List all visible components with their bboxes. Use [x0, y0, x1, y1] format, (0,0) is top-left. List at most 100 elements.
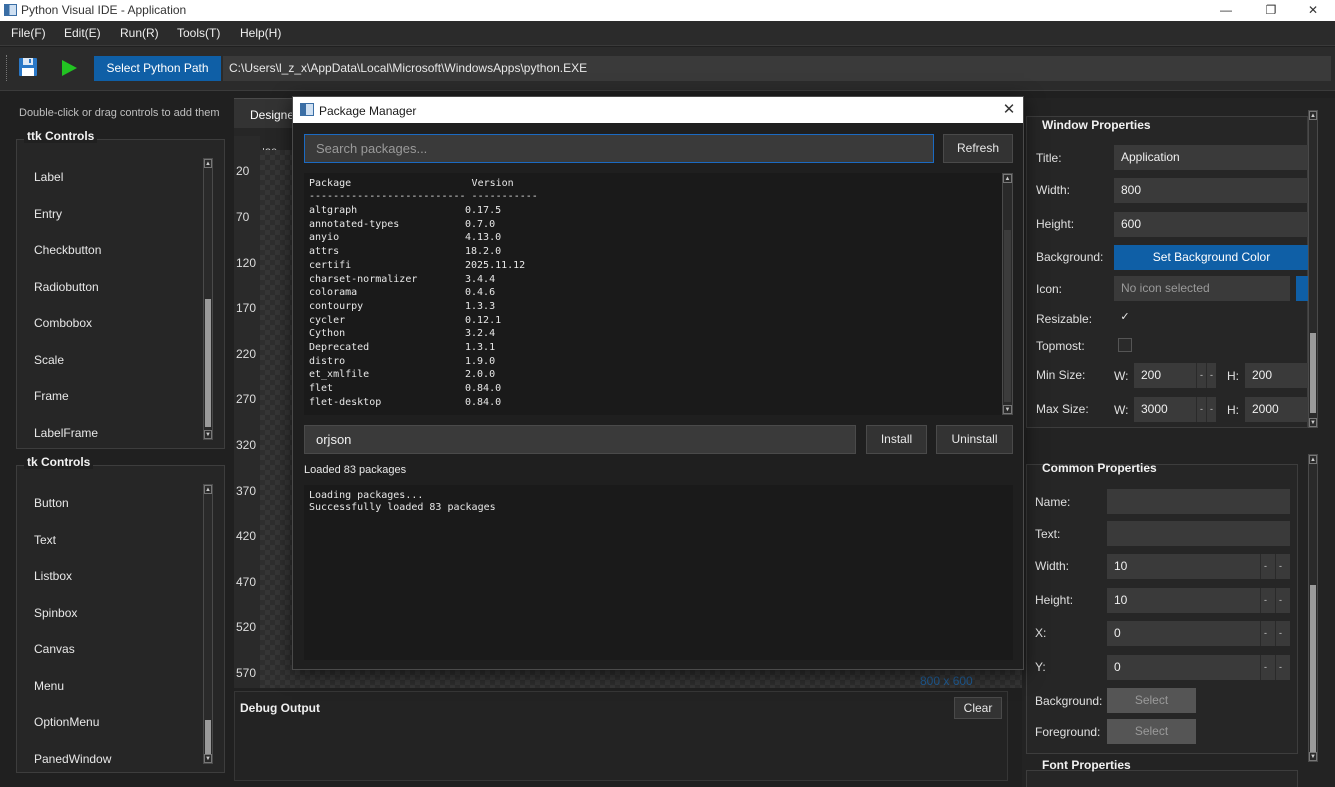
- run-icon[interactable]: [58, 57, 80, 79]
- package-row[interactable]: distro 1.9.0: [304, 356, 994, 369]
- max-width-spinbox[interactable]: 3000 - -: [1134, 397, 1216, 422]
- package-row[interactable]: altgraph 0.17.5: [304, 205, 994, 218]
- set-background-color-button[interactable]: Set Background Color: [1114, 245, 1309, 270]
- scroll-up-icon[interactable]: ▲: [1003, 174, 1012, 183]
- spin-down-icon[interactable]: -: [1196, 363, 1206, 388]
- window-height-input[interactable]: 600: [1114, 212, 1309, 237]
- tk-scrollbar[interactable]: ▲ ▼: [203, 484, 213, 764]
- uninstall-button[interactable]: Uninstall: [936, 425, 1013, 454]
- spin-down-icon[interactable]: -: [1196, 397, 1206, 422]
- spin-down-icon[interactable]: -: [1260, 588, 1270, 613]
- width-spinbox[interactable]: 10 - -: [1107, 554, 1290, 579]
- control-text[interactable]: Text: [34, 533, 56, 547]
- package-row[interactable]: Deprecated 1.3.1: [304, 342, 994, 355]
- package-row[interactable]: contourpy 1.3.3: [304, 301, 994, 314]
- select-foreground-button[interactable]: Select: [1107, 719, 1196, 744]
- name-input[interactable]: [1107, 489, 1290, 514]
- refresh-button[interactable]: Refresh: [943, 134, 1013, 163]
- menu-edit[interactable]: Edit(E): [64, 26, 101, 40]
- close-window-button[interactable]: ✕: [1290, 0, 1335, 21]
- window-props-scrollbar[interactable]: ▲ ▼: [1308, 110, 1318, 428]
- package-list[interactable]: Package Version ------------------------…: [304, 173, 1002, 415]
- menu-run[interactable]: Run(R): [120, 26, 159, 40]
- package-row[interactable]: certifi 2025.11.12: [304, 260, 994, 273]
- control-panedwindow[interactable]: PanedWindow: [34, 752, 111, 766]
- menu-file[interactable]: File(F): [11, 26, 46, 40]
- control-button[interactable]: Button: [34, 496, 69, 510]
- package-row[interactable]: anyio 4.13.0: [304, 232, 994, 245]
- install-button[interactable]: Install: [866, 425, 927, 454]
- control-optionmenu[interactable]: OptionMenu: [34, 715, 99, 729]
- package-list-scrollbar[interactable]: ▲ ▼: [1002, 173, 1013, 415]
- scroll-down-icon[interactable]: ▼: [1003, 405, 1012, 414]
- scroll-down-icon[interactable]: ▼: [204, 754, 212, 763]
- package-row[interactable]: colorama 0.4.6: [304, 287, 994, 300]
- restore-button[interactable]: ❐: [1248, 0, 1294, 21]
- package-row[interactable]: et_xmlfile 2.0.0: [304, 369, 994, 382]
- window-width-input[interactable]: 800: [1114, 178, 1309, 203]
- common-props-scrollbar[interactable]: ▲ ▼: [1308, 454, 1318, 762]
- scrollbar-thumb[interactable]: [1310, 333, 1316, 413]
- select-python-path-button[interactable]: Select Python Path: [94, 56, 221, 81]
- scroll-down-icon[interactable]: ▼: [1309, 752, 1317, 761]
- control-radiobutton[interactable]: Radiobutton: [34, 280, 99, 294]
- control-frame[interactable]: Frame: [34, 389, 69, 403]
- python-path-field[interactable]: C:\Users\l_z_x\AppData\Local\Microsoft\W…: [223, 56, 1331, 81]
- height-spinbox[interactable]: 10 - -: [1107, 588, 1290, 613]
- control-entry[interactable]: Entry: [34, 207, 62, 221]
- topmost-checkbox[interactable]: [1118, 338, 1132, 352]
- package-row[interactable]: flet-desktop 0.84.0: [304, 397, 994, 410]
- package-row[interactable]: attrs 18.2.0: [304, 246, 994, 259]
- log-output[interactable]: Loading packages... Successfully loaded …: [304, 485, 1013, 660]
- text-input[interactable]: [1107, 521, 1290, 546]
- scrollbar-thumb[interactable]: [205, 299, 211, 427]
- icon-path-input[interactable]: No icon selected: [1114, 276, 1290, 301]
- spin-down-icon[interactable]: -: [1260, 621, 1270, 646]
- menu-help[interactable]: Help(H): [240, 26, 281, 40]
- scroll-up-icon[interactable]: ▲: [204, 159, 212, 168]
- control-combobox[interactable]: Combobox: [34, 316, 92, 330]
- scroll-down-icon[interactable]: ▼: [204, 430, 212, 439]
- scrollbar-thumb[interactable]: [205, 720, 211, 754]
- spin-down-icon[interactable]: -: [1260, 554, 1270, 579]
- package-row[interactable]: Cython 3.2.4: [304, 328, 994, 341]
- x-spinbox[interactable]: 0 - -: [1107, 621, 1290, 646]
- min-height-spinbox[interactable]: 200: [1245, 363, 1309, 388]
- select-background-button[interactable]: Select: [1107, 688, 1196, 713]
- scroll-down-icon[interactable]: ▼: [1309, 418, 1317, 427]
- spin-up-icon[interactable]: -: [1275, 554, 1285, 579]
- package-row[interactable]: charset-normalizer 3.4.4: [304, 274, 994, 287]
- y-spinbox[interactable]: 0 - -: [1107, 655, 1290, 680]
- control-listbox[interactable]: Listbox: [34, 569, 72, 583]
- minimize-button[interactable]: —: [1203, 0, 1249, 21]
- spin-down-icon[interactable]: -: [1260, 655, 1270, 680]
- spin-up-icon[interactable]: -: [1275, 588, 1285, 613]
- spin-up-icon[interactable]: -: [1206, 397, 1216, 422]
- control-checkbutton[interactable]: Checkbutton: [34, 243, 101, 257]
- clear-debug-button[interactable]: Clear: [954, 697, 1002, 719]
- max-height-spinbox[interactable]: 2000: [1245, 397, 1309, 422]
- control-spinbox[interactable]: Spinbox: [34, 606, 77, 620]
- spin-up-icon[interactable]: -: [1206, 363, 1216, 388]
- package-search-input[interactable]: Search packages...: [304, 134, 934, 163]
- control-scale[interactable]: Scale: [34, 353, 64, 367]
- package-name-input[interactable]: orjson: [304, 425, 856, 454]
- scroll-up-icon[interactable]: ▲: [204, 485, 212, 494]
- spin-up-icon[interactable]: -: [1275, 655, 1285, 680]
- control-labelframe[interactable]: LabelFrame: [34, 426, 98, 440]
- menu-tools[interactable]: Tools(T): [177, 26, 220, 40]
- control-label[interactable]: Label: [34, 170, 63, 184]
- window-title-input[interactable]: Application: [1114, 145, 1309, 170]
- ttk-scrollbar[interactable]: ▲ ▼: [203, 158, 213, 440]
- min-width-spinbox[interactable]: 200 - -: [1134, 363, 1216, 388]
- control-canvas[interactable]: Canvas: [34, 642, 75, 656]
- control-menu[interactable]: Menu: [34, 679, 64, 693]
- package-row[interactable]: cycler 0.12.1: [304, 315, 994, 328]
- package-row[interactable]: annotated-types 0.7.0: [304, 219, 994, 232]
- save-icon[interactable]: [17, 56, 39, 78]
- close-icon[interactable]: ✕: [999, 101, 1019, 119]
- scroll-up-icon[interactable]: ▲: [1309, 455, 1317, 464]
- scrollbar-thumb[interactable]: [1004, 230, 1011, 402]
- resizable-checkbox[interactable]: ✓: [1118, 310, 1132, 324]
- scrollbar-thumb[interactable]: [1310, 585, 1316, 753]
